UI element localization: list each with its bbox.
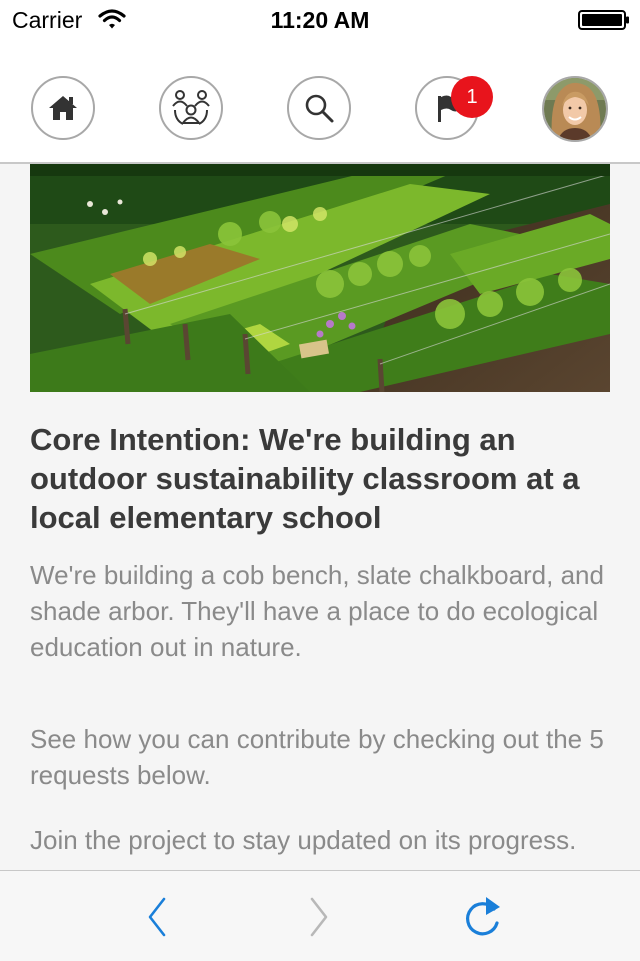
clock: 11:20 AM xyxy=(270,7,370,33)
avatar[interactable] xyxy=(542,76,608,142)
home-icon xyxy=(49,96,77,120)
community-icon xyxy=(172,90,210,125)
project-title: Core Intention: We're building an outdoo… xyxy=(30,422,580,535)
browser-toolbar xyxy=(0,870,640,961)
home-button[interactable] xyxy=(31,76,95,140)
search-button[interactable] xyxy=(287,76,351,140)
avatar-photo xyxy=(544,78,606,140)
forward-icon xyxy=(310,897,328,937)
project-content[interactable]: Core Intention: We're building an outdoo… xyxy=(0,164,640,870)
notification-badge: 1 xyxy=(451,76,493,118)
reload-icon[interactable] xyxy=(460,893,504,941)
garden-photo xyxy=(30,164,610,392)
battery-icon xyxy=(578,10,629,30)
search-icon xyxy=(305,94,334,123)
notifications-button[interactable]: 1 xyxy=(415,76,493,140)
requests-prompt: See how you can contribute by checking o… xyxy=(30,724,604,790)
top-navigation: 1 xyxy=(0,40,640,164)
join-prompt: Join the project to stay updated on its … xyxy=(30,825,577,855)
project-description: We're building a cob bench, slate chalkb… xyxy=(30,560,604,662)
status-bar: Carrier 11:20 AM xyxy=(0,0,640,40)
community-button[interactable] xyxy=(159,76,223,140)
back-icon[interactable] xyxy=(142,895,172,939)
